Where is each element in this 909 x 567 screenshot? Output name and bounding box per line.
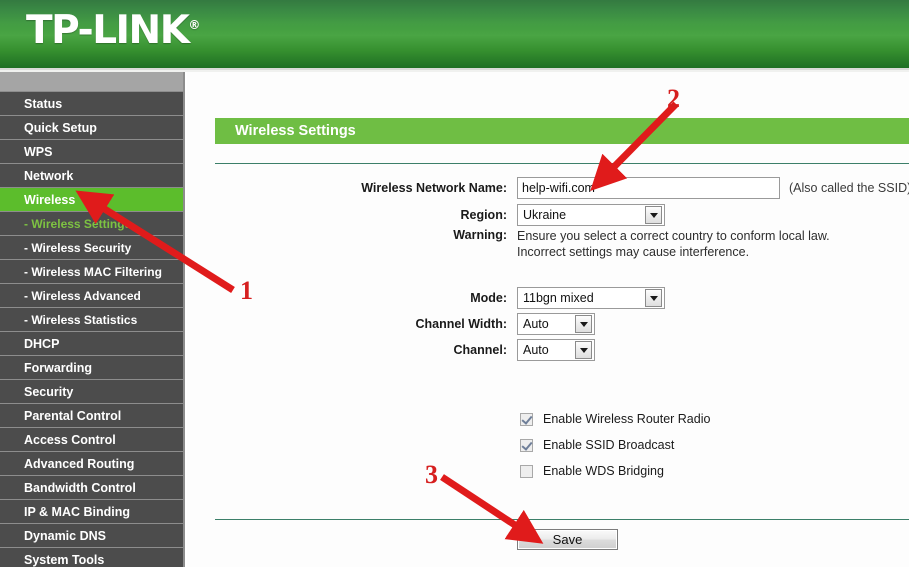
checkbox-label: Enable WDS Bridging: [543, 464, 664, 478]
chevron-down-icon[interactable]: [645, 289, 662, 307]
sidebar-item-network[interactable]: Network: [0, 164, 183, 188]
field-row-channel-width: Channel Width: Auto: [357, 313, 595, 335]
sidebar-item-wireless-security[interactable]: - Wireless Security: [0, 236, 183, 260]
annotation-number-1: 1: [240, 276, 253, 305]
page-header: TP-LINK®: [0, 0, 909, 68]
region-label: Region:: [460, 208, 507, 222]
checkbox-label: Enable Wireless Router Radio: [543, 412, 711, 426]
sidebar-item-advanced-routing[interactable]: Advanced Routing: [0, 452, 183, 476]
field-row-region: Region: Ukraine: [357, 204, 665, 226]
field-row-mode: Mode: 11bgn mixed: [357, 287, 665, 309]
sidebar-item-ip-mac-binding[interactable]: IP & MAC Binding: [0, 500, 183, 524]
field-row-ssid: Wireless Network Name: (Also called the …: [357, 177, 909, 199]
channel-width-selected-value: Auto: [523, 317, 549, 331]
sidebar-item-parental-control[interactable]: Parental Control: [0, 404, 183, 428]
region-select[interactable]: Ukraine: [517, 204, 665, 226]
checkbox-enable-wireless-router-radio[interactable]: [520, 412, 533, 426]
page-title: Wireless Settings: [215, 118, 909, 144]
sidebar-item-security[interactable]: Security: [0, 380, 183, 404]
sidebar-item-wireless-statistics[interactable]: - Wireless Statistics: [0, 308, 183, 332]
sidebar-item-dynamic-dns[interactable]: Dynamic DNS: [0, 524, 183, 548]
warning-line-2: Incorrect settings may cause interferenc…: [517, 245, 750, 259]
channel-label: Channel:: [453, 343, 507, 357]
sidebar-item-status[interactable]: Status: [0, 92, 183, 116]
checkbox-row-2[interactable]: Enable WDS Bridging: [520, 464, 664, 478]
brand-text: TP-LINK: [26, 8, 190, 53]
checkbox-label: Enable SSID Broadcast: [543, 438, 675, 452]
mode-selected-value: 11bgn mixed: [523, 291, 594, 305]
region-selected-value: Ukraine: [523, 208, 567, 222]
sidebar-item-access-control[interactable]: Access Control: [0, 428, 183, 452]
sidebar-item-dhcp[interactable]: DHCP: [0, 332, 183, 356]
warning-label: Warning:: [453, 228, 507, 242]
checkbox-row-1[interactable]: Enable SSID Broadcast: [520, 438, 674, 452]
checkbox-enable-wds-bridging[interactable]: [520, 464, 533, 478]
sidebar-item-bandwidth-control[interactable]: Bandwidth Control: [0, 476, 183, 500]
sidebar-item-quick-setup[interactable]: Quick Setup: [0, 116, 183, 140]
sidebar-item-system-tools[interactable]: System Tools: [0, 548, 183, 567]
warning-line-1: Ensure you select a correct country to c…: [517, 229, 830, 243]
chevron-down-icon[interactable]: [575, 341, 592, 359]
sidebar-item-wireless-settings[interactable]: - Wireless Settings: [0, 212, 183, 236]
checkbox-row-0[interactable]: Enable Wireless Router Radio: [520, 412, 710, 426]
sidebar-item-wireless-mac-filtering[interactable]: - Wireless MAC Filtering: [0, 260, 183, 284]
annotation-number-2: 2: [667, 84, 680, 113]
field-row-warning: Warning: Ensure you select a correct cou…: [357, 228, 830, 260]
ssid-label: Wireless Network Name:: [361, 181, 507, 195]
channel-width-label: Channel Width:: [415, 317, 507, 331]
sidebar-nav: Status Quick Setup WPS Network Wireless - Wir…: [0, 72, 185, 567]
main-content: Wireless Settings Wireless Network Name:…: [187, 72, 909, 567]
sidebar-top-spacer: [0, 72, 183, 92]
channel-selected-value: Auto: [523, 343, 549, 357]
sidebar-item-list: Status Quick Setup WPS Network Wireless - Wir…: [0, 92, 183, 567]
sidebar-item-wireless-advanced[interactable]: - Wireless Advanced: [0, 284, 183, 308]
bottom-divider: [215, 519, 909, 520]
sidebar-item-wps[interactable]: WPS: [0, 140, 183, 164]
mode-select[interactable]: 11bgn mixed: [517, 287, 665, 309]
checkbox-enable-ssid-broadcast[interactable]: [520, 438, 533, 452]
mode-label: Mode:: [470, 291, 507, 305]
title-divider: [215, 163, 909, 164]
router-admin-screen: TP-LINK® Status Quick Setup WPS Network Wire…: [0, 0, 909, 567]
ssid-hint: (Also called the SSID): [789, 181, 909, 195]
channel-select[interactable]: Auto: [517, 339, 595, 361]
sidebar-item-forwarding[interactable]: Forwarding: [0, 356, 183, 380]
field-row-channel: Channel: Auto: [357, 339, 595, 361]
chevron-down-icon[interactable]: [645, 206, 662, 224]
tp-link-logo: TP-LINK®: [26, 8, 200, 53]
save-button[interactable]: Save: [517, 529, 618, 550]
registered-mark-icon: ®: [188, 18, 201, 32]
annotation-number-3: 3: [425, 460, 438, 489]
warning-text-block: Ensure you select a correct country to c…: [517, 228, 830, 260]
channel-width-select[interactable]: Auto: [517, 313, 595, 335]
ssid-input[interactable]: [517, 177, 780, 199]
chevron-down-icon[interactable]: [575, 315, 592, 333]
sidebar-item-wireless[interactable]: Wireless: [0, 188, 183, 212]
